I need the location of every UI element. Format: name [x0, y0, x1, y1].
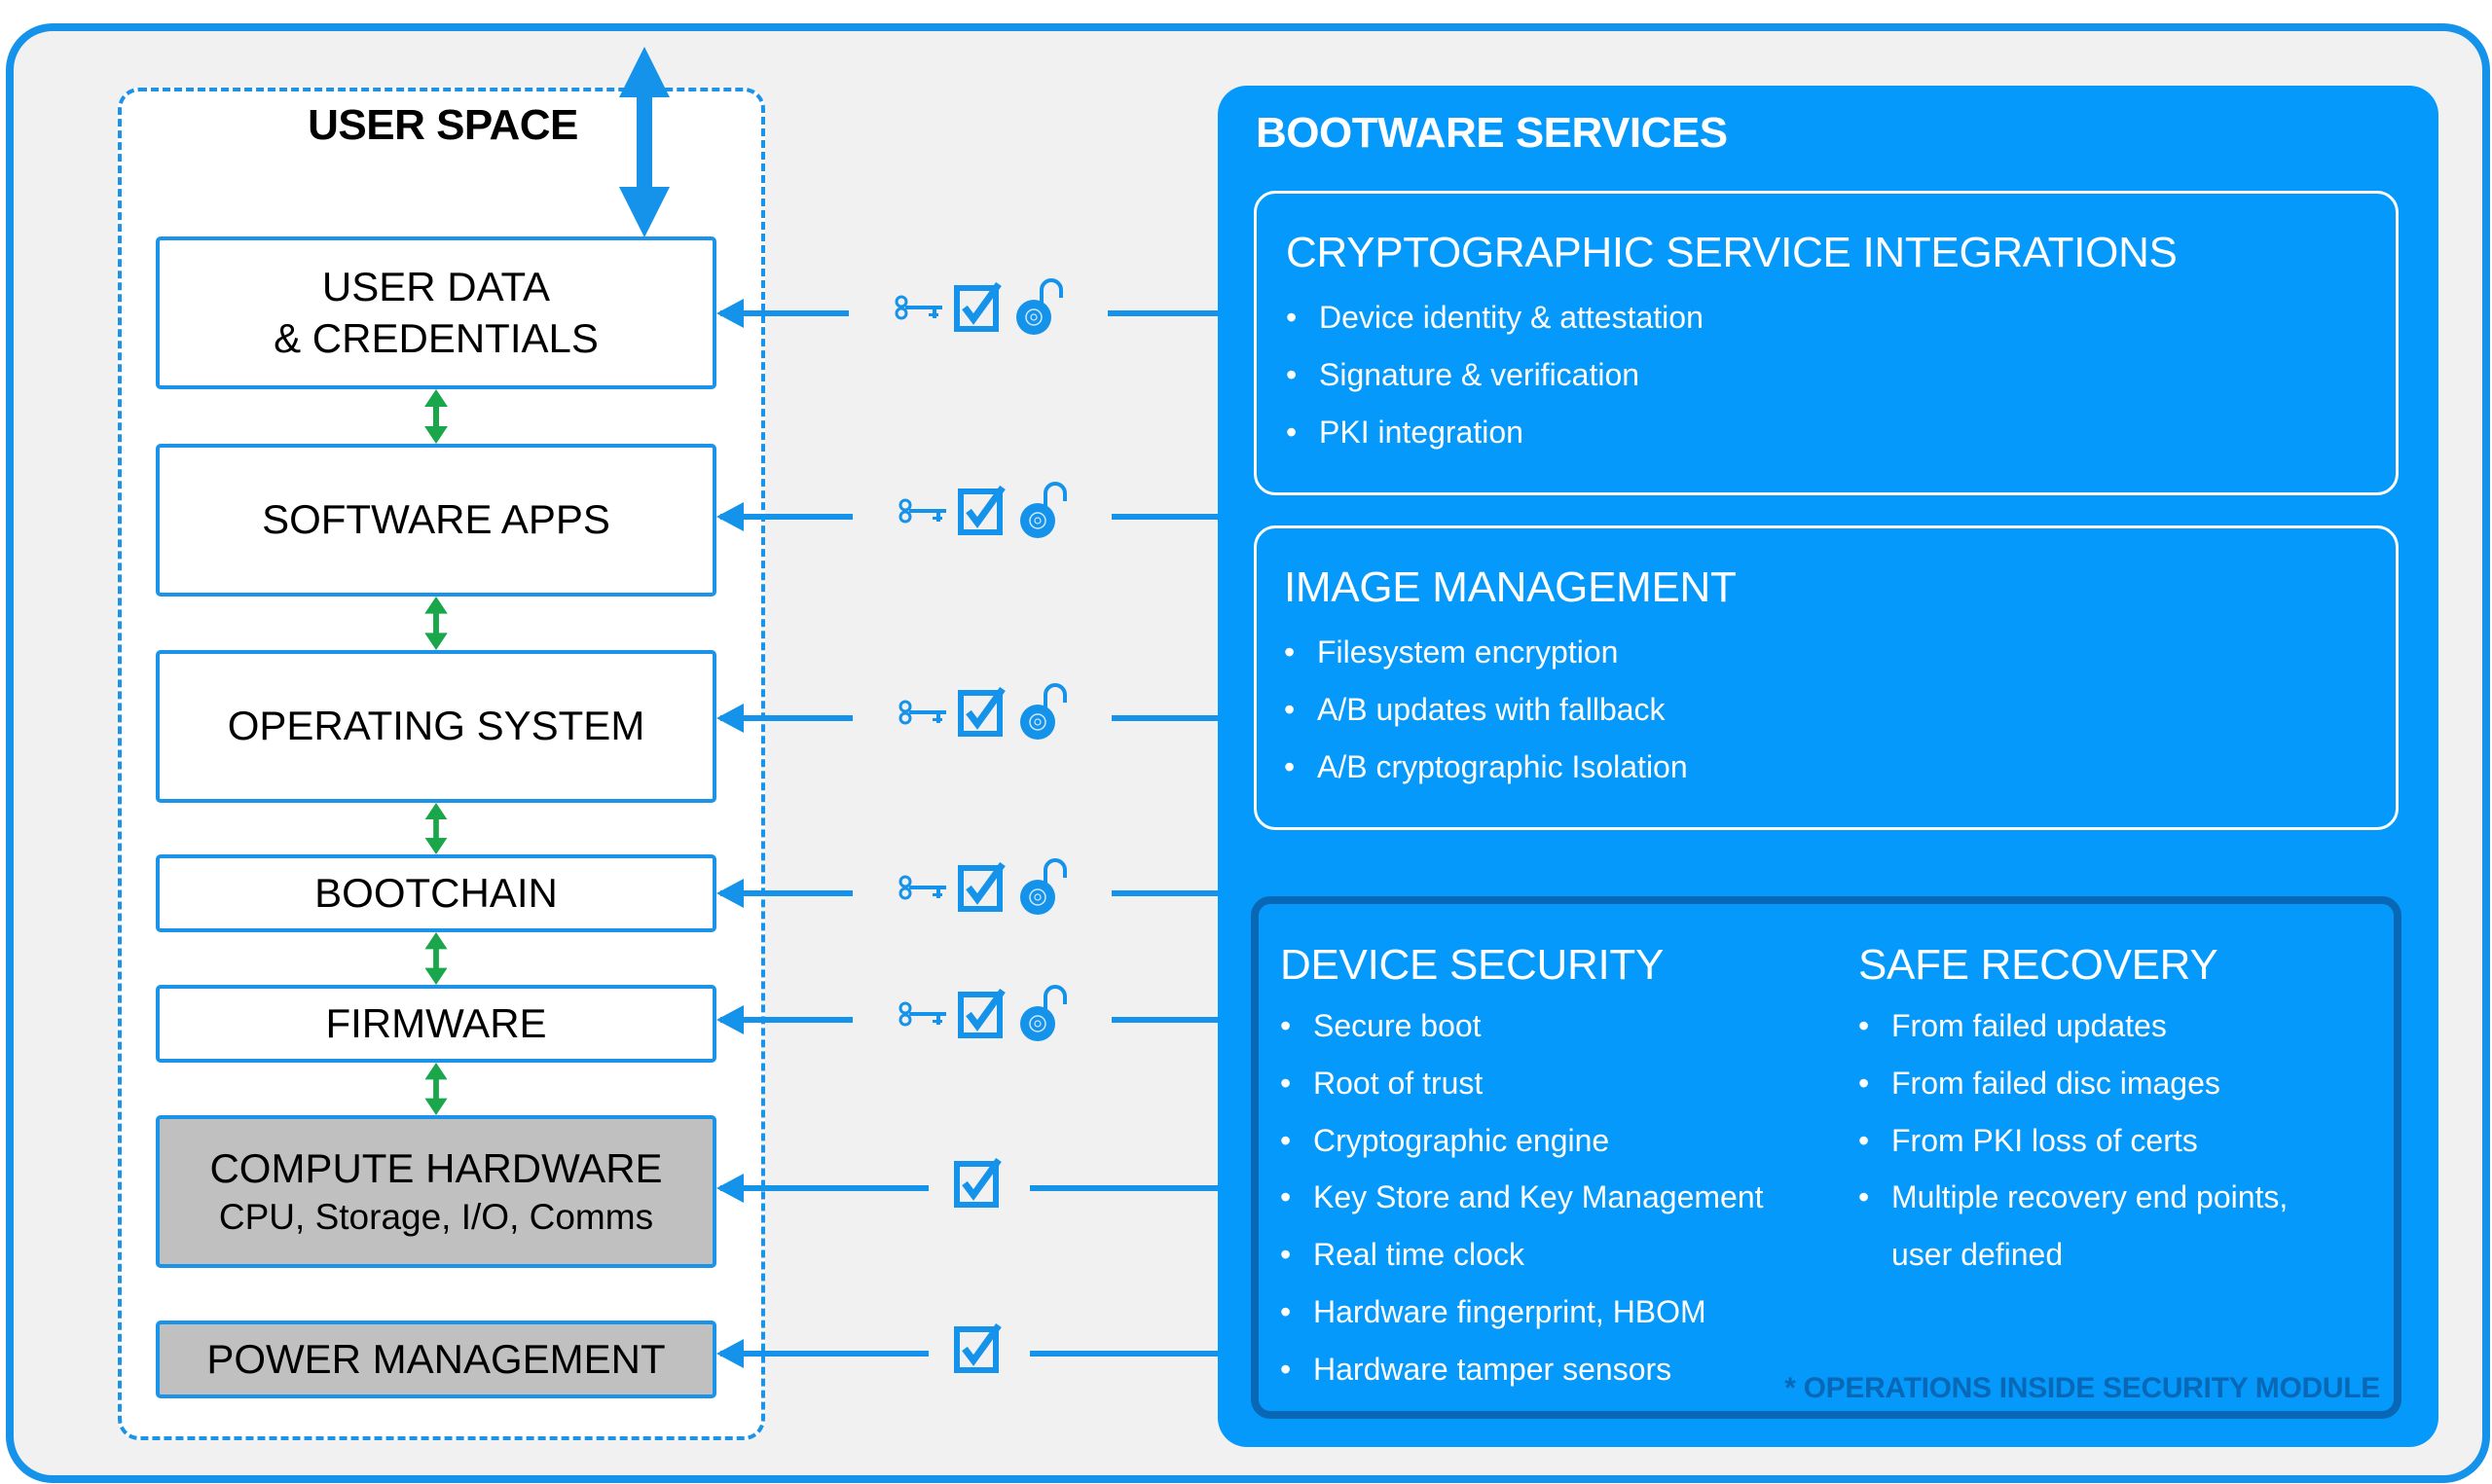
padlock-icon	[1018, 482, 1067, 540]
connector-line	[1112, 1017, 1218, 1023]
green-double-arrow-icon	[424, 1063, 448, 1115]
layer-bootchain[interactable]: BOOTCHAIN	[156, 854, 716, 932]
list-item: • PKI integration	[1286, 414, 1523, 450]
connector-arrow	[716, 502, 853, 531]
connector-line	[1112, 715, 1218, 721]
padlock-icon	[1018, 985, 1067, 1043]
key-icon	[898, 999, 948, 1029]
green-double-arrow-icon	[424, 803, 448, 854]
card-title: IMAGE MANAGEMENT	[1284, 563, 1737, 611]
checkbox-icon	[958, 862, 1008, 913]
safe-recovery-list: • From failed updates • From failed disc i…	[1858, 997, 2288, 1284]
layer-label: COMPUTE HARDWARE	[209, 1145, 663, 1192]
service-icons	[954, 1158, 1005, 1209]
layer-firmware[interactable]: FIRMWARE	[156, 985, 716, 1063]
list-item: • Filesystem encryption	[1284, 634, 1619, 670]
device-security-title: DEVICE SECURITY	[1280, 941, 1665, 989]
connector-arrow	[716, 1174, 929, 1203]
list-item: • Signature & verification	[1286, 356, 1640, 392]
device-security-column: DEVICE SECURITY • Secure boot • Root of tr…	[1280, 941, 1764, 1398]
layer-operating-system[interactable]: OPERATING SYSTEM	[156, 650, 716, 803]
list-item: • Secure boot	[1280, 1008, 1482, 1043]
service-icons	[898, 858, 1067, 917]
user-space-title: USER SPACE	[308, 101, 578, 149]
connector-arrow	[716, 299, 849, 328]
connector-line	[1030, 1185, 1218, 1191]
layer-sublabel: CPU, Storage, I/O, Comms	[218, 1196, 654, 1237]
layer-label: BOOTCHAIN	[314, 869, 558, 916]
list-item: • Real time clock	[1280, 1237, 1524, 1273]
layer-compute-hardware[interactable]: COMPUTE HARDWARE CPU, Storage, I/O, Comm…	[156, 1115, 716, 1268]
connector-arrow	[716, 1005, 853, 1034]
green-double-arrow-icon	[424, 932, 448, 985]
list-item: • Root of trust	[1280, 1065, 1484, 1101]
list-item: • A/B cryptographic Isolation	[1284, 748, 1688, 784]
list-item: • Cryptographic engine	[1280, 1122, 1610, 1158]
card-title: CRYPTOGRAPHIC SERVICE INTEGRATIONS	[1286, 229, 2178, 276]
padlock-icon	[1018, 683, 1067, 742]
key-icon	[898, 873, 948, 902]
green-double-arrow-icon	[424, 597, 448, 650]
list-item: • Device identity & attestation	[1286, 300, 1704, 335]
checkbox-icon	[954, 1323, 1005, 1374]
image-management-card: IMAGE MANAGEMENT • Filesystem encryption …	[1254, 525, 2399, 830]
image-management-list: • Filesystem encryption • A/B updates with…	[1284, 624, 1688, 795]
layer-label: POWER MANAGEMENT	[206, 1335, 666, 1382]
key-icon	[898, 496, 948, 525]
service-icons	[898, 482, 1067, 540]
list-item: • From PKI loss of certs	[1858, 1122, 2198, 1158]
layer-label: SOFTWARE APPS	[262, 496, 610, 543]
checkbox-icon	[958, 687, 1008, 738]
key-icon	[894, 293, 944, 322]
service-icons	[898, 985, 1067, 1043]
list-item: • Multiple recovery end points,	[1858, 1179, 2289, 1215]
connector-arrow	[716, 1339, 929, 1368]
checkbox-icon	[958, 486, 1008, 536]
checkbox-icon	[958, 989, 1008, 1039]
connector-line	[1112, 514, 1218, 520]
connector-line	[1108, 310, 1218, 316]
user-io-double-arrow-icon	[619, 47, 670, 237]
list-item: • From failed updates	[1858, 1008, 2167, 1043]
key-icon	[898, 698, 948, 727]
connector-line	[1030, 1351, 1218, 1357]
layer-label: FIRMWARE	[325, 999, 547, 1046]
service-icons	[898, 683, 1067, 742]
service-icons	[894, 278, 1063, 337]
layer-user-data[interactable]: USER DATA & CREDENTIALS	[156, 236, 716, 389]
crypto-services-card: CRYPTOGRAPHIC SERVICE INTEGRATIONS • Devi…	[1254, 191, 2399, 495]
list-item: • Hardware tamper sensors	[1280, 1351, 1672, 1387]
security-module-card: DEVICE SECURITY • Secure boot • Root of tr…	[1251, 896, 2401, 1419]
list-item-continuation: user defined	[1891, 1237, 2064, 1273]
layer-label-line2: & CREDENTIALS	[274, 314, 599, 361]
layer-software-apps[interactable]: SOFTWARE APPS	[156, 444, 716, 597]
connector-arrow	[716, 704, 853, 733]
padlock-icon	[1014, 278, 1063, 337]
layer-label: OPERATING SYSTEM	[227, 703, 645, 749]
connector-line	[1112, 890, 1218, 896]
list-item: • Hardware fingerprint, HBOM	[1280, 1293, 1706, 1329]
safe-recovery-column: SAFE RECOVERY • From failed updates • From…	[1858, 941, 2288, 1284]
safe-recovery-title: SAFE RECOVERY	[1858, 941, 2218, 989]
checkbox-icon	[954, 282, 1005, 333]
device-security-list: • Secure boot • Root of trust • Cryptograph…	[1280, 997, 1764, 1398]
service-icons	[954, 1323, 1005, 1374]
padlock-icon	[1018, 858, 1067, 917]
layer-label: USER DATA	[321, 264, 551, 309]
layer-power-management[interactable]: POWER MANAGEMENT	[156, 1321, 716, 1398]
checkbox-icon	[954, 1158, 1005, 1209]
connector-arrow	[716, 879, 853, 908]
security-module-footnote: * OPERATIONS INSIDE SECURITY MODULE	[1784, 1372, 2380, 1404]
crypto-services-list: • Device identity & attestation • Signatur…	[1286, 289, 1704, 460]
list-item: • From failed disc images	[1858, 1065, 2220, 1101]
list-item: • A/B updates with fallback	[1284, 691, 1666, 727]
list-item: • Key Store and Key Management	[1280, 1179, 1764, 1215]
bootware-services-title: BOOTWARE SERVICES	[1256, 109, 1728, 157]
green-double-arrow-icon	[424, 389, 448, 444]
